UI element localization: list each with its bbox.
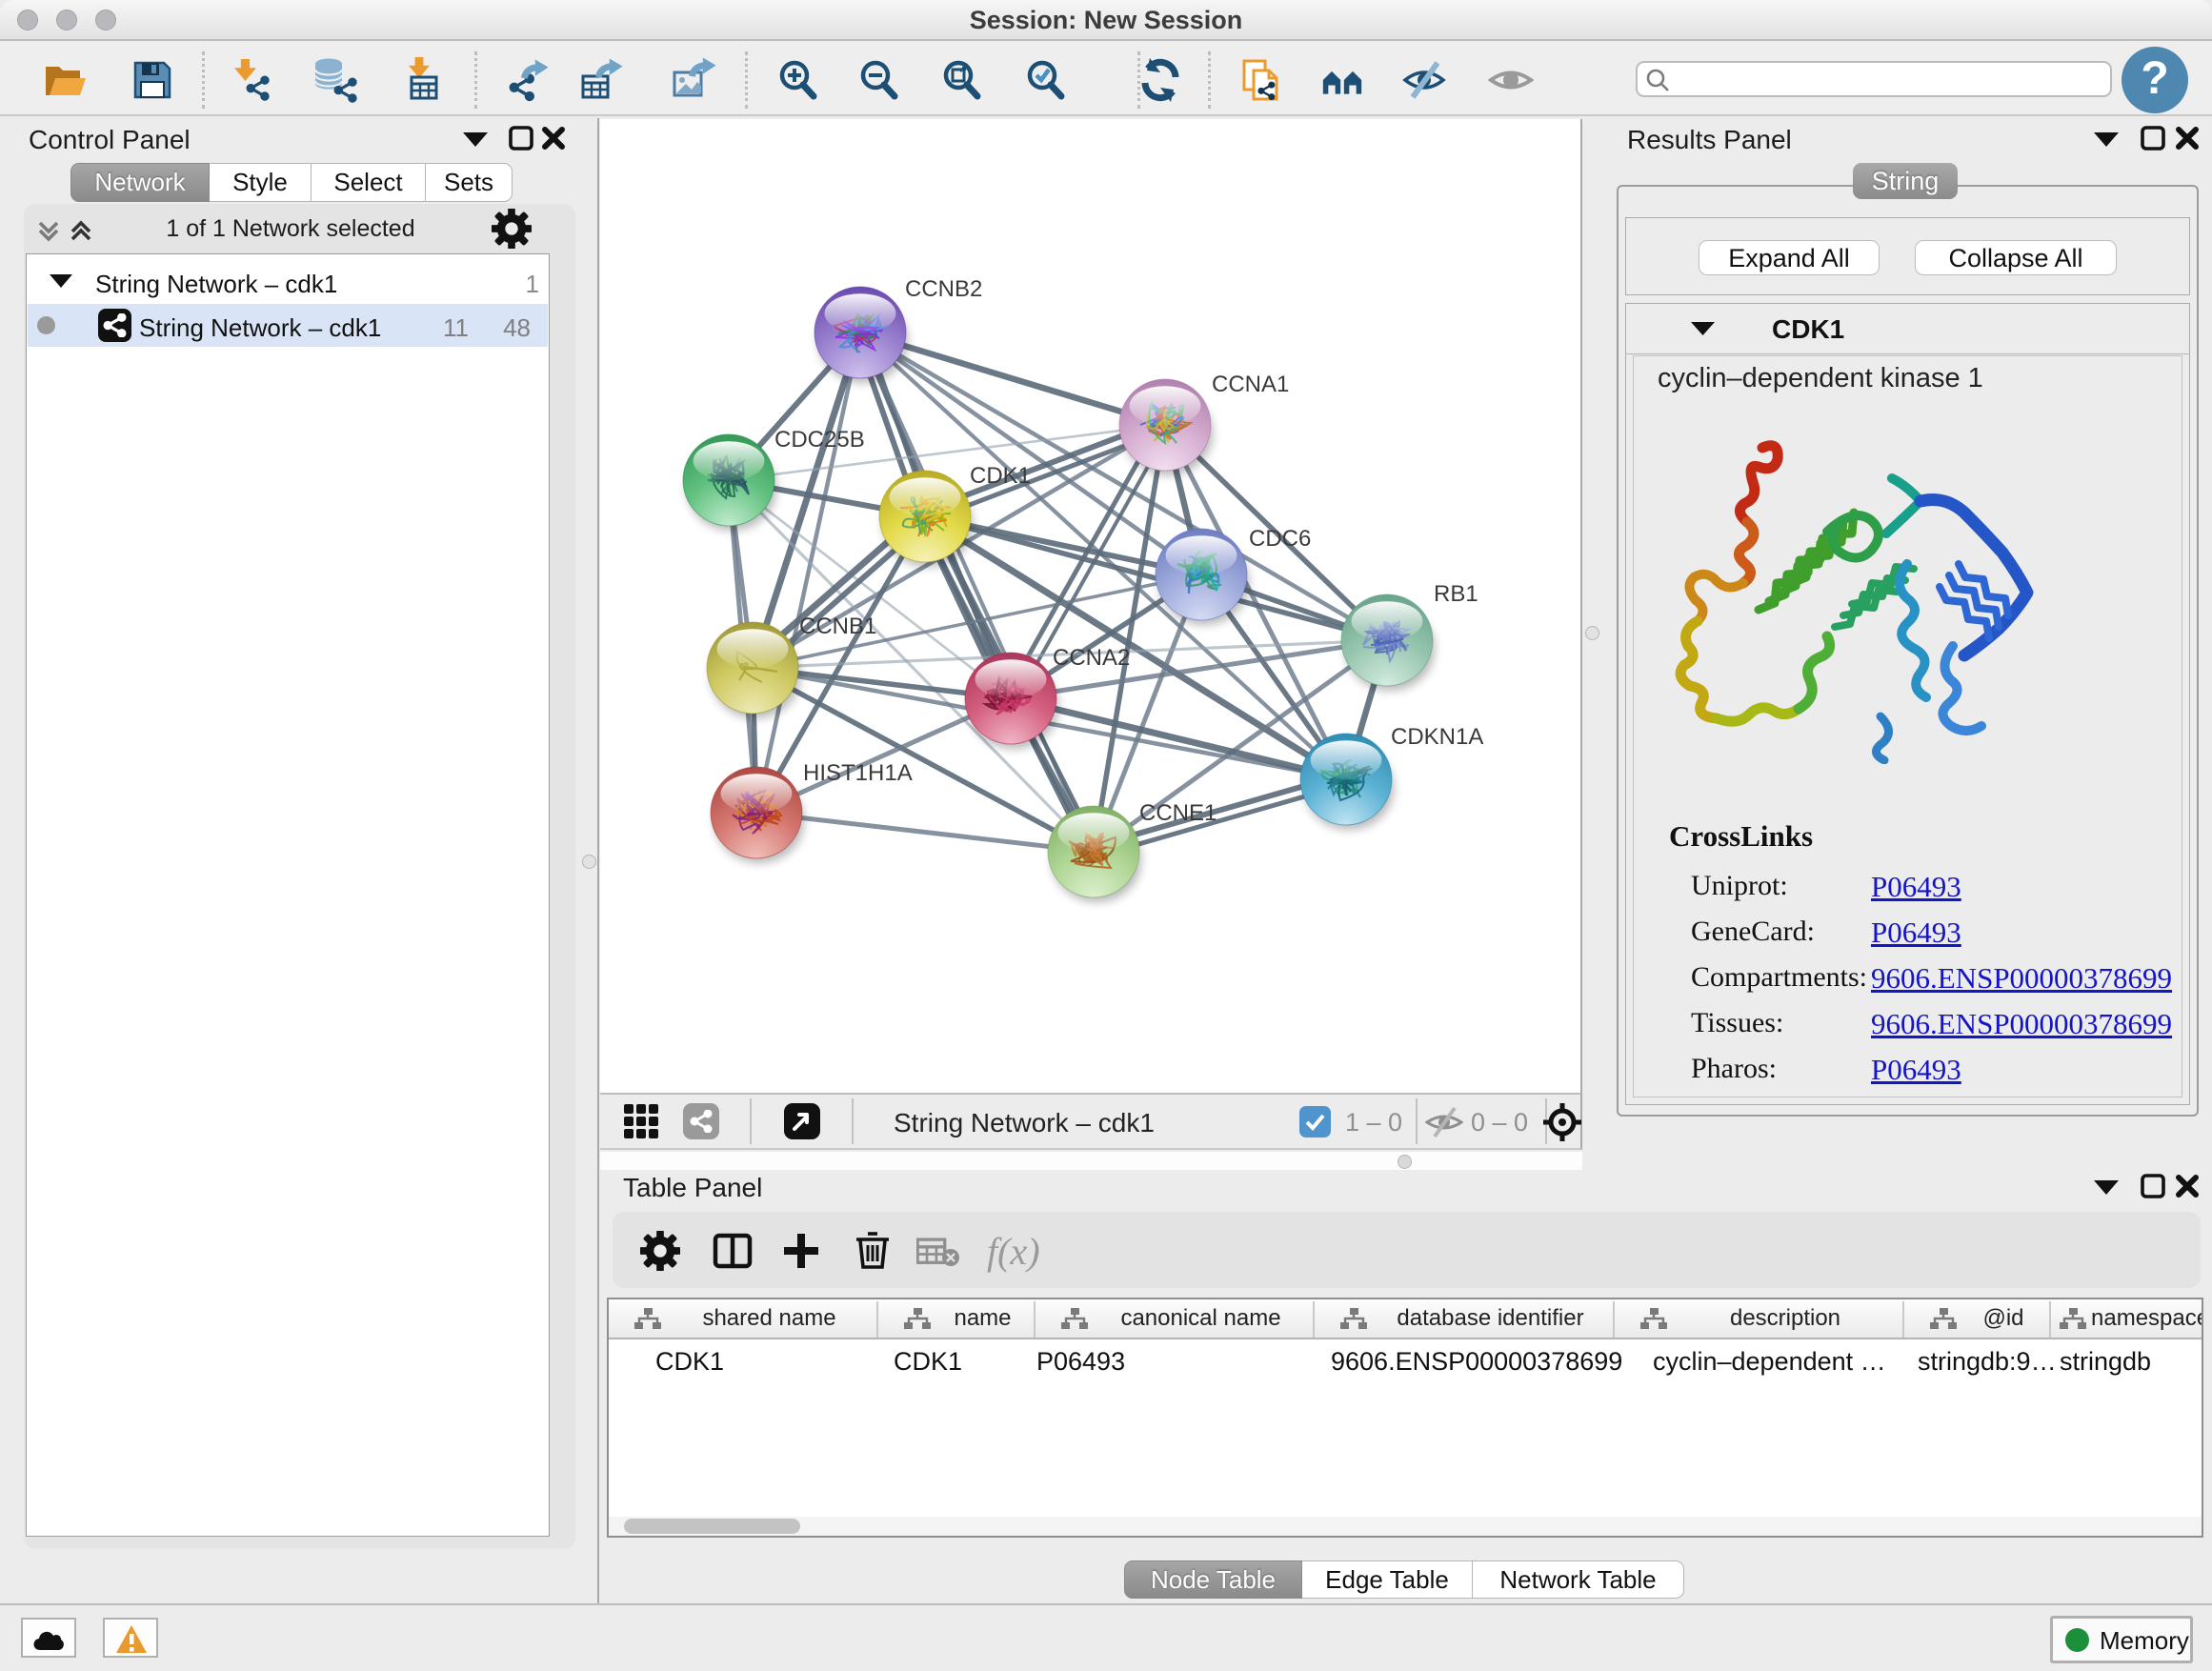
svg-text:CCNA1: CCNA1 [1212,372,1289,397]
svg-text:CCNE1: CCNE1 [1139,800,1217,826]
svg-text:CDC6: CDC6 [1249,526,1311,552]
svg-text:CCNA2: CCNA2 [1053,645,1130,671]
svg-text:CDKN1A: CDKN1A [1391,724,1483,750]
svg-text:CDK1: CDK1 [970,463,1031,489]
svg-text:HIST1H1A: HIST1H1A [803,760,913,786]
svg-text:CCNB1: CCNB1 [799,614,876,639]
svg-text:RB1: RB1 [1434,581,1478,607]
svg-text:CCNB2: CCNB2 [905,276,982,302]
svg-text:CDC25B: CDC25B [774,427,865,453]
